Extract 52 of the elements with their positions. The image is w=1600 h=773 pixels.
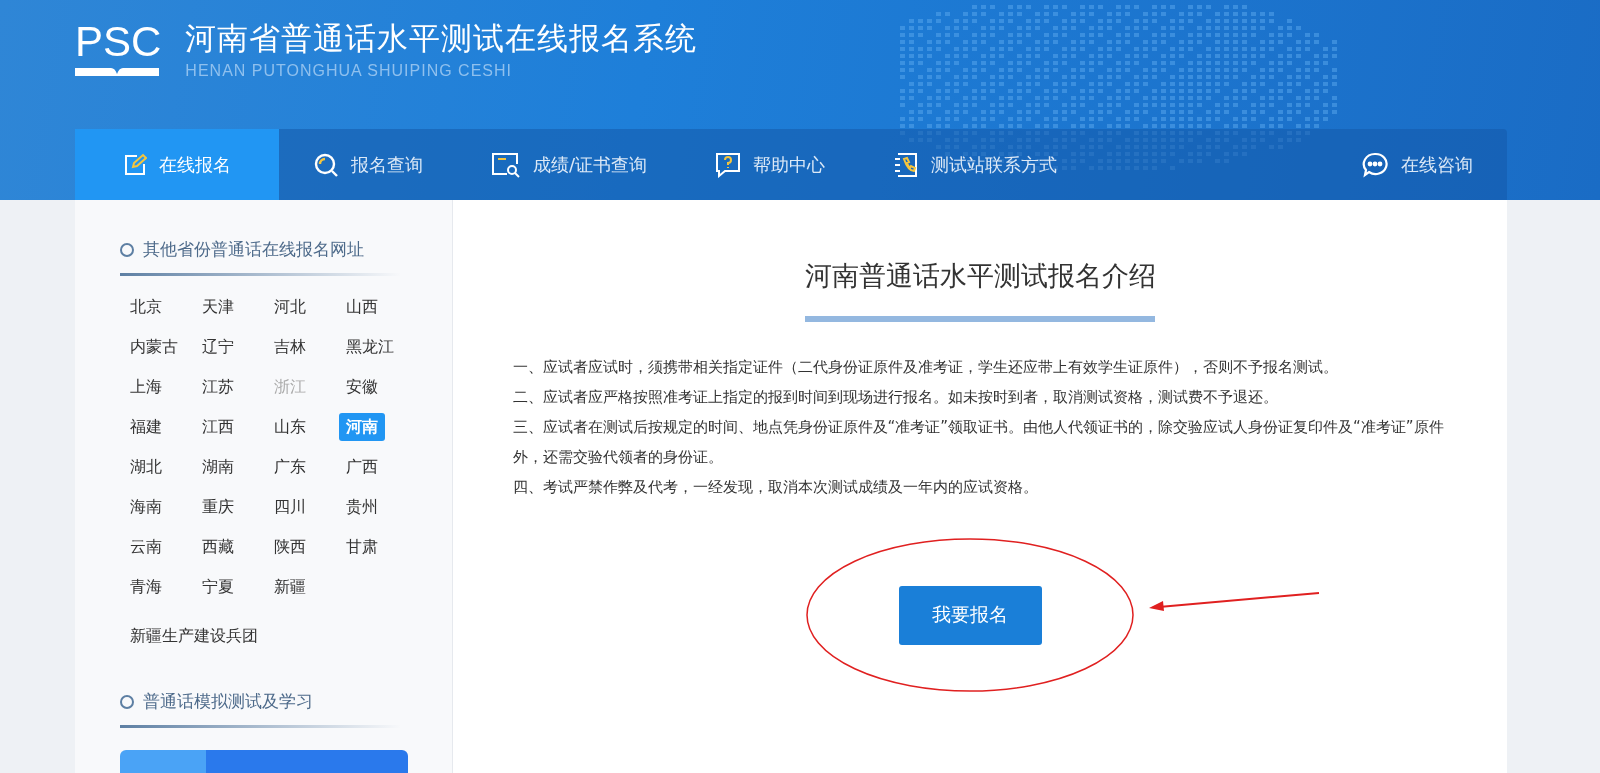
province-link[interactable]: 湖北 <box>128 453 164 481</box>
help-icon <box>715 151 742 178</box>
province-link[interactable]: 福建 <box>128 413 164 441</box>
province-link[interactable]: 河北 <box>272 293 308 321</box>
province-link[interactable]: 吉林 <box>272 333 308 361</box>
province-link[interactable]: 宁夏 <box>200 573 236 601</box>
province-link[interactable]: 安徽 <box>344 373 380 401</box>
chat-icon <box>1361 150 1389 179</box>
section-heading: 其他省份普通话在线报名网址 <box>120 238 400 276</box>
province-link[interactable]: 上海 <box>128 373 164 401</box>
site-subtitle: HENAN PUTONGHUA SHUIPING CESHI <box>185 62 513 80</box>
logo: PSC <box>75 18 162 76</box>
province-link[interactable]: 广西 <box>344 453 380 481</box>
province-link[interactable]: 陕西 <box>272 533 308 561</box>
rule-text: 一、应试者应试时，须携带相关指定证件（二代身份证原件及准考证，学生还应带上有效学生证原件），否则不予报名测试。 <box>512 357 1339 378</box>
rule-text: 四、考试严禁作弊及代考，一经发现，取消本次测试成绩及一年内的应试资格。 <box>512 477 1039 498</box>
province-link[interactable]: 新疆 <box>272 573 308 601</box>
province-link[interactable]: 北京 <box>128 293 164 321</box>
rule-text: 三、应试者在测试后按规定的时间、地点凭身份证原件及“准考证”领取证书。由他人代领证书的，除交验应试人身份证复印件及“准考证”原件外，还需交验代领者的身份证。 <box>512 417 1445 468</box>
province-link[interactable]: 天津 <box>200 293 236 321</box>
province-link[interactable]: 重庆 <box>200 493 236 521</box>
site-title: 河南省普通话水平测试在线报名系统 <box>185 19 698 58</box>
province-link[interactable]: 云南 <box>128 533 164 561</box>
online-consult-button[interactable]: 在线咨询 <box>1327 129 1507 200</box>
province-link[interactable]: 四川 <box>272 493 308 521</box>
certificate-search-icon <box>491 151 521 178</box>
province-link[interactable]: 黑龙江 <box>344 333 396 361</box>
province-link[interactable]: 江苏 <box>200 373 236 401</box>
nav-tab[interactable]: 报名查询 <box>279 129 457 200</box>
province-link[interactable]: 广东 <box>272 453 308 481</box>
province-link[interactable]: 甘肃 <box>344 533 380 561</box>
register-button[interactable]: 我要报名 <box>898 585 1042 645</box>
province-link[interactable]: 湖南 <box>200 453 236 481</box>
rule-text: 二、应试者应严格按照准考证上指定的报到时间到现场进行报名。如未按时到者，取消测试资格，测试费不予退还。 <box>512 387 1279 408</box>
phone-icon <box>893 151 920 178</box>
nav-tab[interactable]: 测试站联系方式 <box>859 129 1092 200</box>
province-link[interactable]: 山西 <box>344 293 380 321</box>
nav-tab[interactable]: 成绩/证书查询 <box>457 129 682 200</box>
province-link[interactable]: 新疆生产建设兵团 <box>128 622 260 650</box>
edit-icon <box>123 152 147 177</box>
province-link[interactable]: 内蒙古 <box>128 333 180 361</box>
nav-tab[interactable]: 帮助中心 <box>681 129 860 200</box>
province-link[interactable]: 海南 <box>128 493 164 521</box>
province-link[interactable]: 西藏 <box>200 533 236 561</box>
province-link[interactable]: 贵州 <box>344 493 380 521</box>
page-title: 河南普通话水平测试报名介绍 <box>805 258 1155 322</box>
province-link[interactable]: 山东 <box>272 413 308 441</box>
province-link[interactable]: 江西 <box>200 413 236 441</box>
section-heading: 普通话模拟测试及学习 <box>120 690 400 728</box>
province-link[interactable]: 辽宁 <box>200 333 236 361</box>
province-link[interactable]: 青海 <box>128 573 164 601</box>
search-icon <box>313 151 339 178</box>
